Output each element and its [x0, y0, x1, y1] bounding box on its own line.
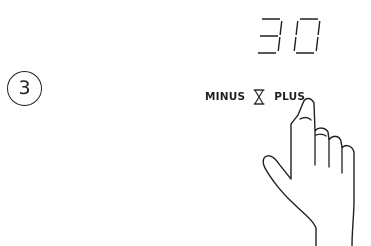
display-digit-segment	[315, 36, 319, 52]
step-number: 3	[18, 77, 31, 99]
seven-segment-display	[258, 18, 321, 54]
display-digit-segment	[277, 36, 281, 52]
display-digit-segment	[295, 20, 299, 36]
minus-button[interactable]: MINUS	[205, 92, 245, 103]
display-digit-segment	[293, 36, 297, 52]
timer-display	[250, 17, 330, 55]
step-badge: 3	[7, 71, 42, 106]
display-digit-segment	[317, 20, 321, 36]
hand-pointer-icon	[255, 95, 371, 246]
display-digit-segment	[279, 20, 283, 36]
